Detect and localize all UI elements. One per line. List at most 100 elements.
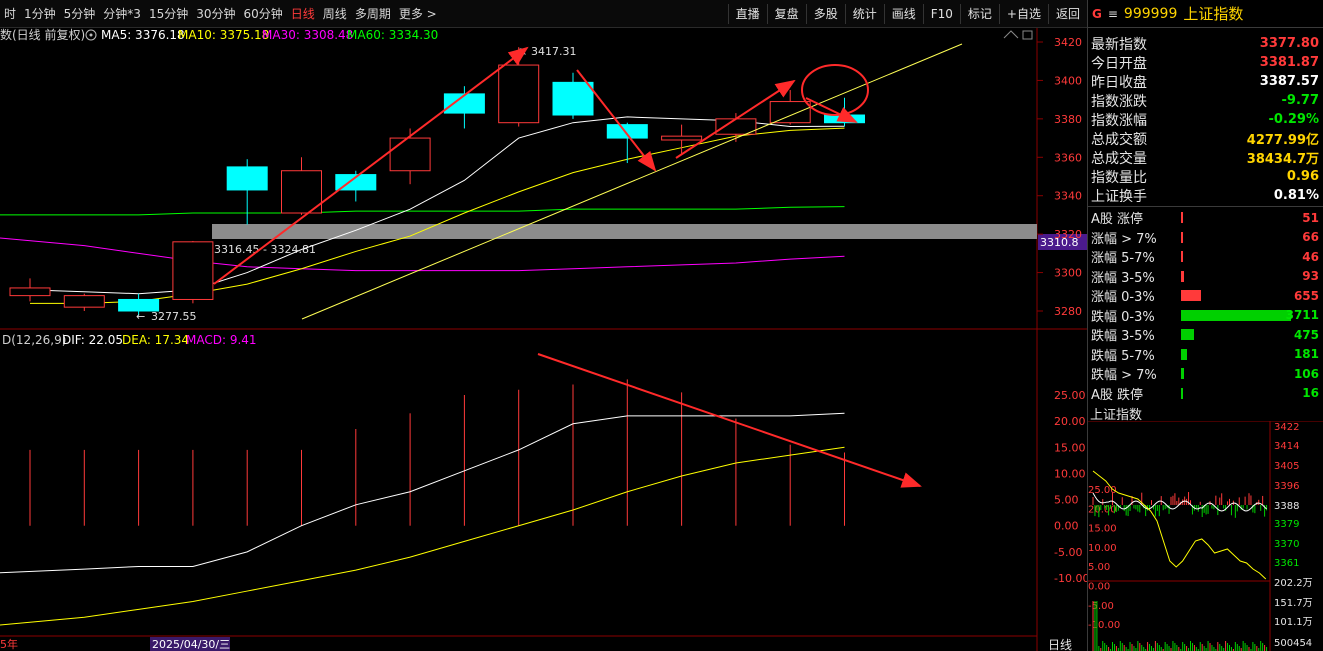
tool-button-3[interactable]: 统计 xyxy=(844,4,884,24)
breadth-bar xyxy=(1181,251,1183,263)
breadth-label: 涨幅 3-5% xyxy=(1091,270,1155,286)
ma5-legend: MA5: 3376.18 xyxy=(101,28,185,42)
breadth-label: 跌幅 3-5% xyxy=(1091,329,1155,345)
breadth-label: 涨幅 5-7% xyxy=(1091,251,1155,267)
stat-row: 指数涨幅 -0.29% xyxy=(1088,110,1323,129)
period-tab-3[interactable]: 分钟*3 xyxy=(99,5,145,22)
tool-button-4[interactable]: 画线 xyxy=(883,4,923,24)
period-tab-6[interactable]: 60分钟 xyxy=(240,5,287,22)
macd-legend: MACD: 9.41 xyxy=(186,333,257,347)
gap-band xyxy=(212,224,1037,239)
drawn-arrow-up[interactable] xyxy=(213,46,529,285)
candle-up[interactable] xyxy=(661,135,703,141)
drawn-arrow-down[interactable] xyxy=(576,69,657,172)
date-label: 2025/04/30/三 xyxy=(152,638,230,651)
candle-up[interactable] xyxy=(769,101,811,124)
breadth-label: 跌幅 0-3% xyxy=(1091,309,1155,325)
candle-up[interactable] xyxy=(172,241,214,300)
window-restore-icon[interactable] xyxy=(1003,30,1019,39)
period-tab-5[interactable]: 30分钟 xyxy=(192,5,239,22)
tool-button-6[interactable]: 标记 xyxy=(959,4,999,24)
period-tab-9[interactable]: 多周期 xyxy=(351,5,395,22)
mini-right-tick: 3414 xyxy=(1274,441,1299,452)
price-tick-label: 3280 xyxy=(1054,305,1082,318)
breadth-bar xyxy=(1181,309,1291,321)
breadth-label: A股 跌停 xyxy=(1091,387,1144,403)
candle-up[interactable] xyxy=(498,64,540,124)
drawn-arrow-macd[interactable] xyxy=(537,353,922,488)
drawn-circle[interactable] xyxy=(801,64,869,116)
mini-left-tick: 15.00 xyxy=(1088,524,1117,535)
tool-button-8[interactable]: 返回 xyxy=(1047,4,1087,24)
breadth-bar xyxy=(1181,290,1201,302)
candle-up[interactable] xyxy=(389,137,431,172)
ma30-line xyxy=(0,237,845,272)
price-tick-label: 3320 xyxy=(1054,228,1082,241)
breadth-bar xyxy=(1181,387,1183,399)
breadth-label: 涨幅 > 7% xyxy=(1091,231,1157,247)
tool-button-0[interactable]: 直播 xyxy=(727,4,767,24)
macd-axis: 25.00 20.00 15.00 10.00 5.00 0.00 -5.00 -10.00 xyxy=(1054,389,1089,585)
mini-right-tick: 3396 xyxy=(1274,481,1299,492)
candle-down[interactable] xyxy=(226,166,268,191)
stat-label: 指数量比 xyxy=(1091,169,1147,186)
period-tab-10[interactable]: 更多 > xyxy=(395,5,441,22)
mini-right-tick: 3379 xyxy=(1274,519,1299,530)
macd-lines xyxy=(0,412,845,626)
candle-up[interactable] xyxy=(9,287,51,297)
breadth-label: 涨幅 0-3% xyxy=(1091,290,1155,306)
macd-tick-label: -5.00 xyxy=(1054,546,1082,559)
mini-left-tick: 5.00 xyxy=(1088,562,1110,573)
period-tab-1[interactable]: 1分钟 xyxy=(20,5,60,22)
candle-down[interactable] xyxy=(552,81,594,116)
breadth-value: 66 xyxy=(1302,230,1319,245)
stat-label: 昨日收盘 xyxy=(1091,74,1147,91)
high-price-label: 3417.31 xyxy=(531,45,577,58)
tool-button-1[interactable]: 复盘 xyxy=(766,4,806,24)
stat-value: -0.29% xyxy=(1268,112,1320,127)
candles xyxy=(9,47,865,316)
breadth-value: 475 xyxy=(1293,327,1319,342)
candle-up[interactable] xyxy=(63,295,105,308)
period-tab-7[interactable]: 日线 xyxy=(287,5,319,22)
intraday-mini-chart[interactable]: 25.0020.0015.0010.005.000.00-5.00-10.003… xyxy=(1088,421,1323,651)
macd-tick-label: -10.00 xyxy=(1054,572,1087,585)
mini-right-tick: 3388 xyxy=(1274,501,1299,512)
stat-value: 3381.87 xyxy=(1259,55,1319,70)
stat-value: 38434.7万 xyxy=(1246,152,1319,167)
candle-down[interactable] xyxy=(443,93,485,114)
kline-chart-area[interactable]: 数(日线 前复权) MA5: 3376.18 MA10: 3375.18 MA3… xyxy=(0,27,1089,651)
mini-left-tick: 20.00 xyxy=(1088,504,1117,515)
stat-label: 总成交额 xyxy=(1091,131,1147,148)
tool-button-7[interactable]: +自选 xyxy=(998,4,1048,24)
period-tab-8[interactable]: 周线 xyxy=(319,5,351,22)
mini-right-tick: 101.1万 xyxy=(1274,617,1313,628)
stat-label: 上证换手 xyxy=(1091,188,1147,205)
mini-left-tick: 10.00 xyxy=(1088,543,1117,554)
breadth-value: 655 xyxy=(1293,288,1319,303)
dif-legend: DIF: 22.05 xyxy=(62,333,123,347)
stat-row: 总成交量 38434.7万 xyxy=(1088,148,1323,168)
breadth-value: 181 xyxy=(1293,347,1319,362)
menu-icon[interactable]: ≡ xyxy=(1108,7,1118,21)
drawn-trend-line[interactable] xyxy=(301,43,963,320)
kline-chart[interactable]: 数(日线 前复权) MA5: 3376.18 MA10: 3375.18 MA3… xyxy=(0,27,1089,651)
breadth-row: A股 跌停 16 xyxy=(1088,384,1323,404)
macd-tick-label: 20.00 xyxy=(1054,415,1086,428)
breadth-row: A股 涨停 51 xyxy=(1088,208,1323,228)
period-tab-2[interactable]: 5分钟 xyxy=(60,5,100,22)
g-icon[interactable]: G xyxy=(1092,7,1102,21)
breadth-row: 涨幅 0-3% 655 xyxy=(1088,286,1323,306)
period-tab-0[interactable]: 时 xyxy=(0,5,20,22)
dea-line xyxy=(0,446,845,626)
low-price-label: 3277.55 xyxy=(151,310,197,323)
stat-value: -9.77 xyxy=(1281,93,1319,108)
breadth-value: 51 xyxy=(1302,210,1319,225)
tool-button-5[interactable]: F10 xyxy=(922,4,960,24)
period-tab-4[interactable]: 15分钟 xyxy=(145,5,192,22)
tool-button-2[interactable]: 多股 xyxy=(805,4,845,24)
breadth-row: 跌幅 0-3% 3711 xyxy=(1088,306,1323,326)
breadth-label: 跌幅 5-7% xyxy=(1091,348,1155,364)
breadth-value: 93 xyxy=(1302,269,1319,284)
window-maximize-icon[interactable] xyxy=(1022,30,1033,40)
